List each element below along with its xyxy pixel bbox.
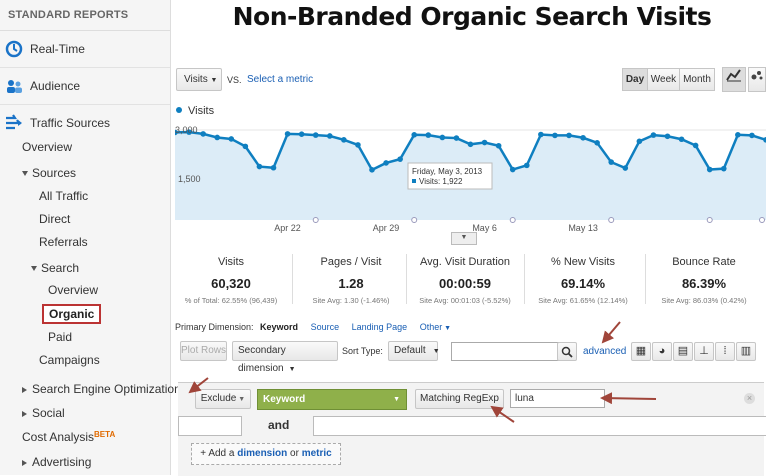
arrow-to-filter-value (600, 392, 657, 405)
arrow-to-exclude (188, 377, 209, 394)
annotation-arrows (188, 321, 657, 423)
arrow-to-advanced (601, 321, 621, 344)
arrow-to-match-type (490, 405, 515, 423)
